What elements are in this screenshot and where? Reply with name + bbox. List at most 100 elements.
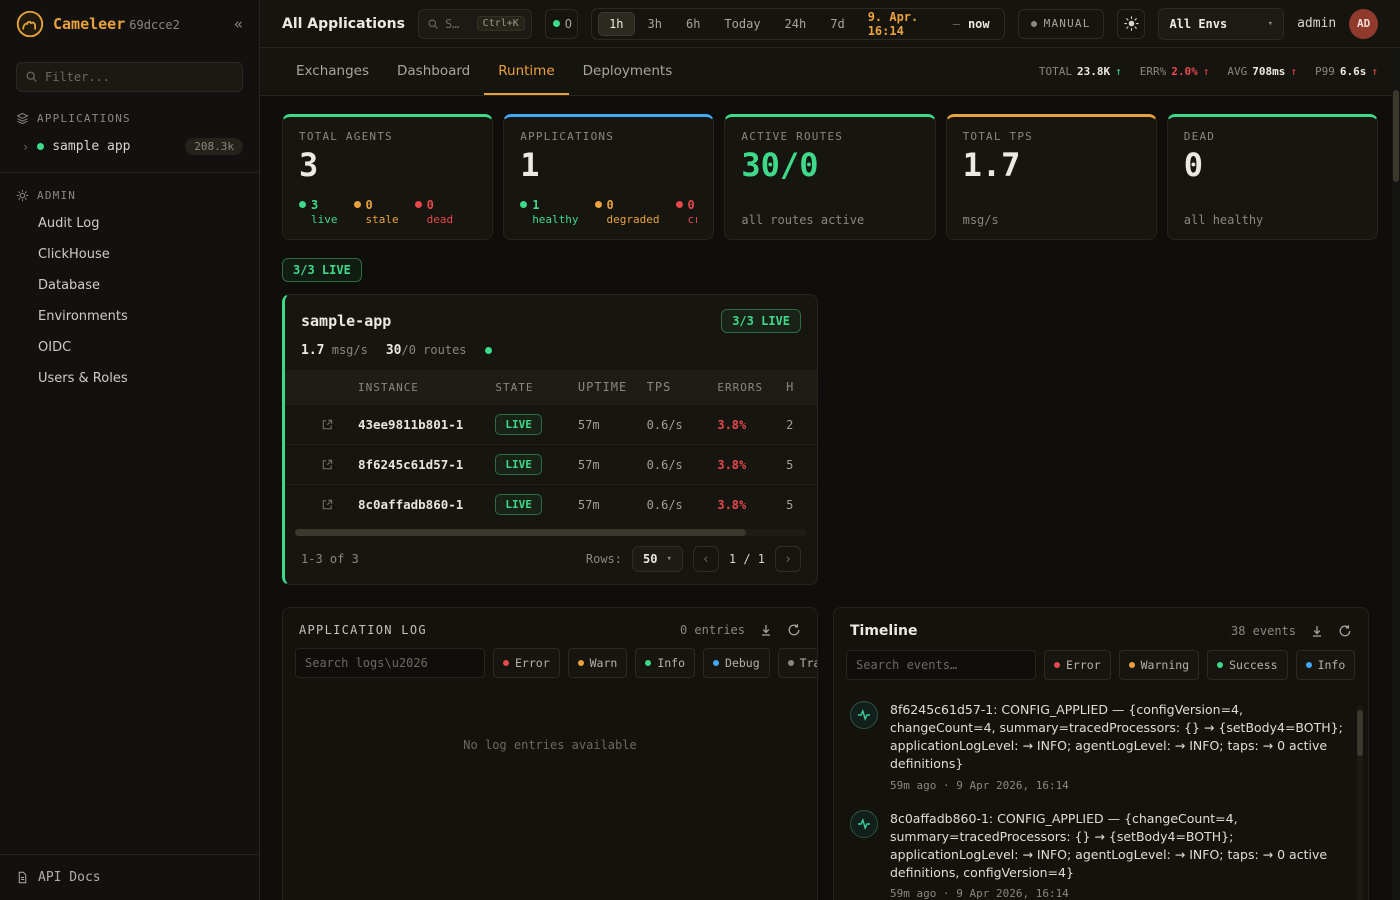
time-range-6h[interactable]: 6h xyxy=(675,12,711,36)
arrow-up-icon: ↑ xyxy=(1290,65,1297,78)
document-icon xyxy=(16,871,29,884)
timeline-scrollbar-thumb[interactable] xyxy=(1357,710,1363,756)
sidebar-item-environments[interactable]: Environments xyxy=(0,301,259,332)
errors-cell: 3.8% xyxy=(717,498,786,512)
page-scrollbar-thumb[interactable] xyxy=(1393,90,1399,182)
time-range-group: 1h 3h 6h Today 24h 7d 9. Apr. 16:14 – no… xyxy=(591,8,1005,40)
message-count-badge: 208.3k xyxy=(185,138,243,155)
rows-per-page-select[interactable]: 50▾ xyxy=(632,546,683,572)
tab-runtime[interactable]: Runtime xyxy=(484,48,568,95)
time-range-1h[interactable]: 1h xyxy=(598,12,634,36)
camel-logo-icon xyxy=(16,10,44,38)
brand-name: Cameleer xyxy=(53,15,125,33)
log-filter-error[interactable]: Error xyxy=(493,648,560,678)
timeline-search-input[interactable] xyxy=(846,650,1036,680)
application-stats: 1.7 msg/s 30/0 routes xyxy=(285,343,817,370)
time-range-start[interactable]: 9. Apr. 16:14 xyxy=(858,10,951,38)
avatar[interactable]: AD xyxy=(1349,9,1378,39)
application-name: sample-app xyxy=(301,312,391,330)
theme-toggle-button[interactable] xyxy=(1117,9,1146,39)
log-controls: Error Warn Info Debug Trace xyxy=(283,648,817,690)
card-title: DEAD xyxy=(1184,130,1361,143)
tab-dashboard[interactable]: Dashboard xyxy=(383,48,484,95)
overview-toggle[interactable]: O xyxy=(545,9,578,39)
time-range-7d[interactable]: 7d xyxy=(819,12,855,36)
instance-row[interactable]: 43ee9811b801-1 LIVE 57m 0.6/s 3.8% 2 xyxy=(285,404,818,444)
log-filter-debug[interactable]: Debug xyxy=(703,648,770,678)
next-page-button[interactable]: › xyxy=(775,546,801,572)
tab-exchanges[interactable]: Exchanges xyxy=(282,48,383,95)
application-card-sample-app: sample-app 3/3 LIVE 1.7 msg/s 30/0 route… xyxy=(282,294,818,585)
external-link-icon[interactable] xyxy=(321,458,358,471)
extra-cell: 5 xyxy=(786,498,818,512)
activity-icon xyxy=(850,701,878,729)
time-range-3h[interactable]: 3h xyxy=(637,12,673,36)
timeline-panel-header: Timeline 38 events xyxy=(834,608,1368,650)
metric-p99: P996.6s↑ xyxy=(1315,65,1378,78)
refresh-mode-button[interactable]: MANUAL xyxy=(1018,9,1104,39)
time-range-separator: – xyxy=(953,17,960,31)
global-search-input[interactable]: S… Ctrl+K xyxy=(418,9,532,39)
timeline-filter-error[interactable]: Error xyxy=(1044,650,1111,680)
sidebar-header: Cameleer69dcce2 « xyxy=(0,0,259,48)
instance-row[interactable]: 8f6245c61d57-1 LIVE 57m 0.6/s 3.8% 5 xyxy=(285,444,818,484)
gear-icon xyxy=(16,189,29,202)
card-breakdown: 3live 0stale 0dead xyxy=(299,198,476,227)
tab-deployments[interactable]: Deployments xyxy=(569,48,687,95)
sidebar-item-oidc[interactable]: OIDC xyxy=(0,332,259,363)
time-range-today[interactable]: Today xyxy=(713,12,771,36)
refresh-icon[interactable] xyxy=(1338,624,1352,638)
time-range-24h[interactable]: 24h xyxy=(774,12,818,36)
log-filter-warn[interactable]: Warn xyxy=(568,648,628,678)
status-dot xyxy=(1306,662,1312,668)
time-range-end[interactable]: now xyxy=(962,17,998,31)
stat-card-total-tps: TOTAL TPS 1.7 msg/s xyxy=(946,114,1157,240)
application-card-header: sample-app 3/3 LIVE xyxy=(285,295,817,343)
sidebar-item-api-docs[interactable]: API Docs xyxy=(0,855,259,900)
instance-id: 8c0affadb860-1 xyxy=(358,497,495,512)
timeline-filter-warning[interactable]: Warning xyxy=(1119,650,1199,680)
stat-card-dead: DEAD 0 all healthy xyxy=(1167,114,1378,240)
extra-cell: 2 xyxy=(786,418,818,432)
uptime-cell: 57m xyxy=(578,418,647,432)
status-dot xyxy=(1129,662,1135,668)
timeline-controls: Error Warning Success Info xyxy=(834,650,1368,692)
errors-cell: 3.8% xyxy=(717,418,786,432)
stat-cards-row: TOTAL AGENTS 3 3live 0stale 0dead APPLIC… xyxy=(282,114,1378,240)
sidebar-item-sample-app[interactable]: › sample app 208.3k xyxy=(0,131,259,162)
sidebar-filter-input[interactable] xyxy=(16,62,243,92)
horizontal-scrollbar-thumb[interactable] xyxy=(295,529,746,536)
bottom-panels: APPLICATION LOG 0 entries Error Warn Inf… xyxy=(282,607,1378,900)
external-link-icon[interactable] xyxy=(321,418,358,431)
instance-id: 43ee9811b801-1 xyxy=(358,417,495,432)
status-dot xyxy=(415,201,422,208)
sidebar-collapse-button[interactable]: « xyxy=(234,15,243,33)
external-link-icon[interactable] xyxy=(321,498,358,511)
stack-icon xyxy=(16,112,29,125)
log-filter-trace[interactable]: Trace xyxy=(778,648,818,678)
sidebar-item-database[interactable]: Database xyxy=(0,270,259,301)
sidebar-item-audit-log[interactable]: Audit Log xyxy=(0,208,259,239)
status-dot xyxy=(503,660,509,666)
status-dot xyxy=(37,143,44,150)
timeline-filter-info[interactable]: Info xyxy=(1296,650,1356,680)
environment-select[interactable]: All Envs ▾ xyxy=(1158,8,1284,40)
sidebar-item-users-roles[interactable]: Users & Roles xyxy=(0,363,259,394)
prev-page-button[interactable]: ‹ xyxy=(693,546,719,572)
log-search-input[interactable] xyxy=(295,648,485,678)
download-icon[interactable] xyxy=(1310,624,1324,638)
activity-icon xyxy=(850,810,878,838)
log-panel-header: APPLICATION LOG 0 entries xyxy=(283,608,817,648)
card-subtitle: all routes active xyxy=(741,213,918,227)
download-icon[interactable] xyxy=(759,623,773,637)
log-panel-title: APPLICATION LOG xyxy=(299,623,427,637)
refresh-icon[interactable] xyxy=(787,623,801,637)
timeline-filter-success[interactable]: Success xyxy=(1207,650,1287,680)
timeline-event: 8f6245c61d57-1: CONFIG_APPLIED — {config… xyxy=(834,692,1368,801)
sidebar-app-name: sample app xyxy=(52,139,130,154)
sidebar-item-clickhouse[interactable]: ClickHouse xyxy=(0,239,259,270)
status-dot xyxy=(788,660,794,666)
log-filter-info[interactable]: Info xyxy=(635,648,695,678)
instance-row[interactable]: 8c0affadb860-1 LIVE 57m 0.6/s 3.8% 5 xyxy=(285,484,818,524)
status-dot xyxy=(354,201,361,208)
